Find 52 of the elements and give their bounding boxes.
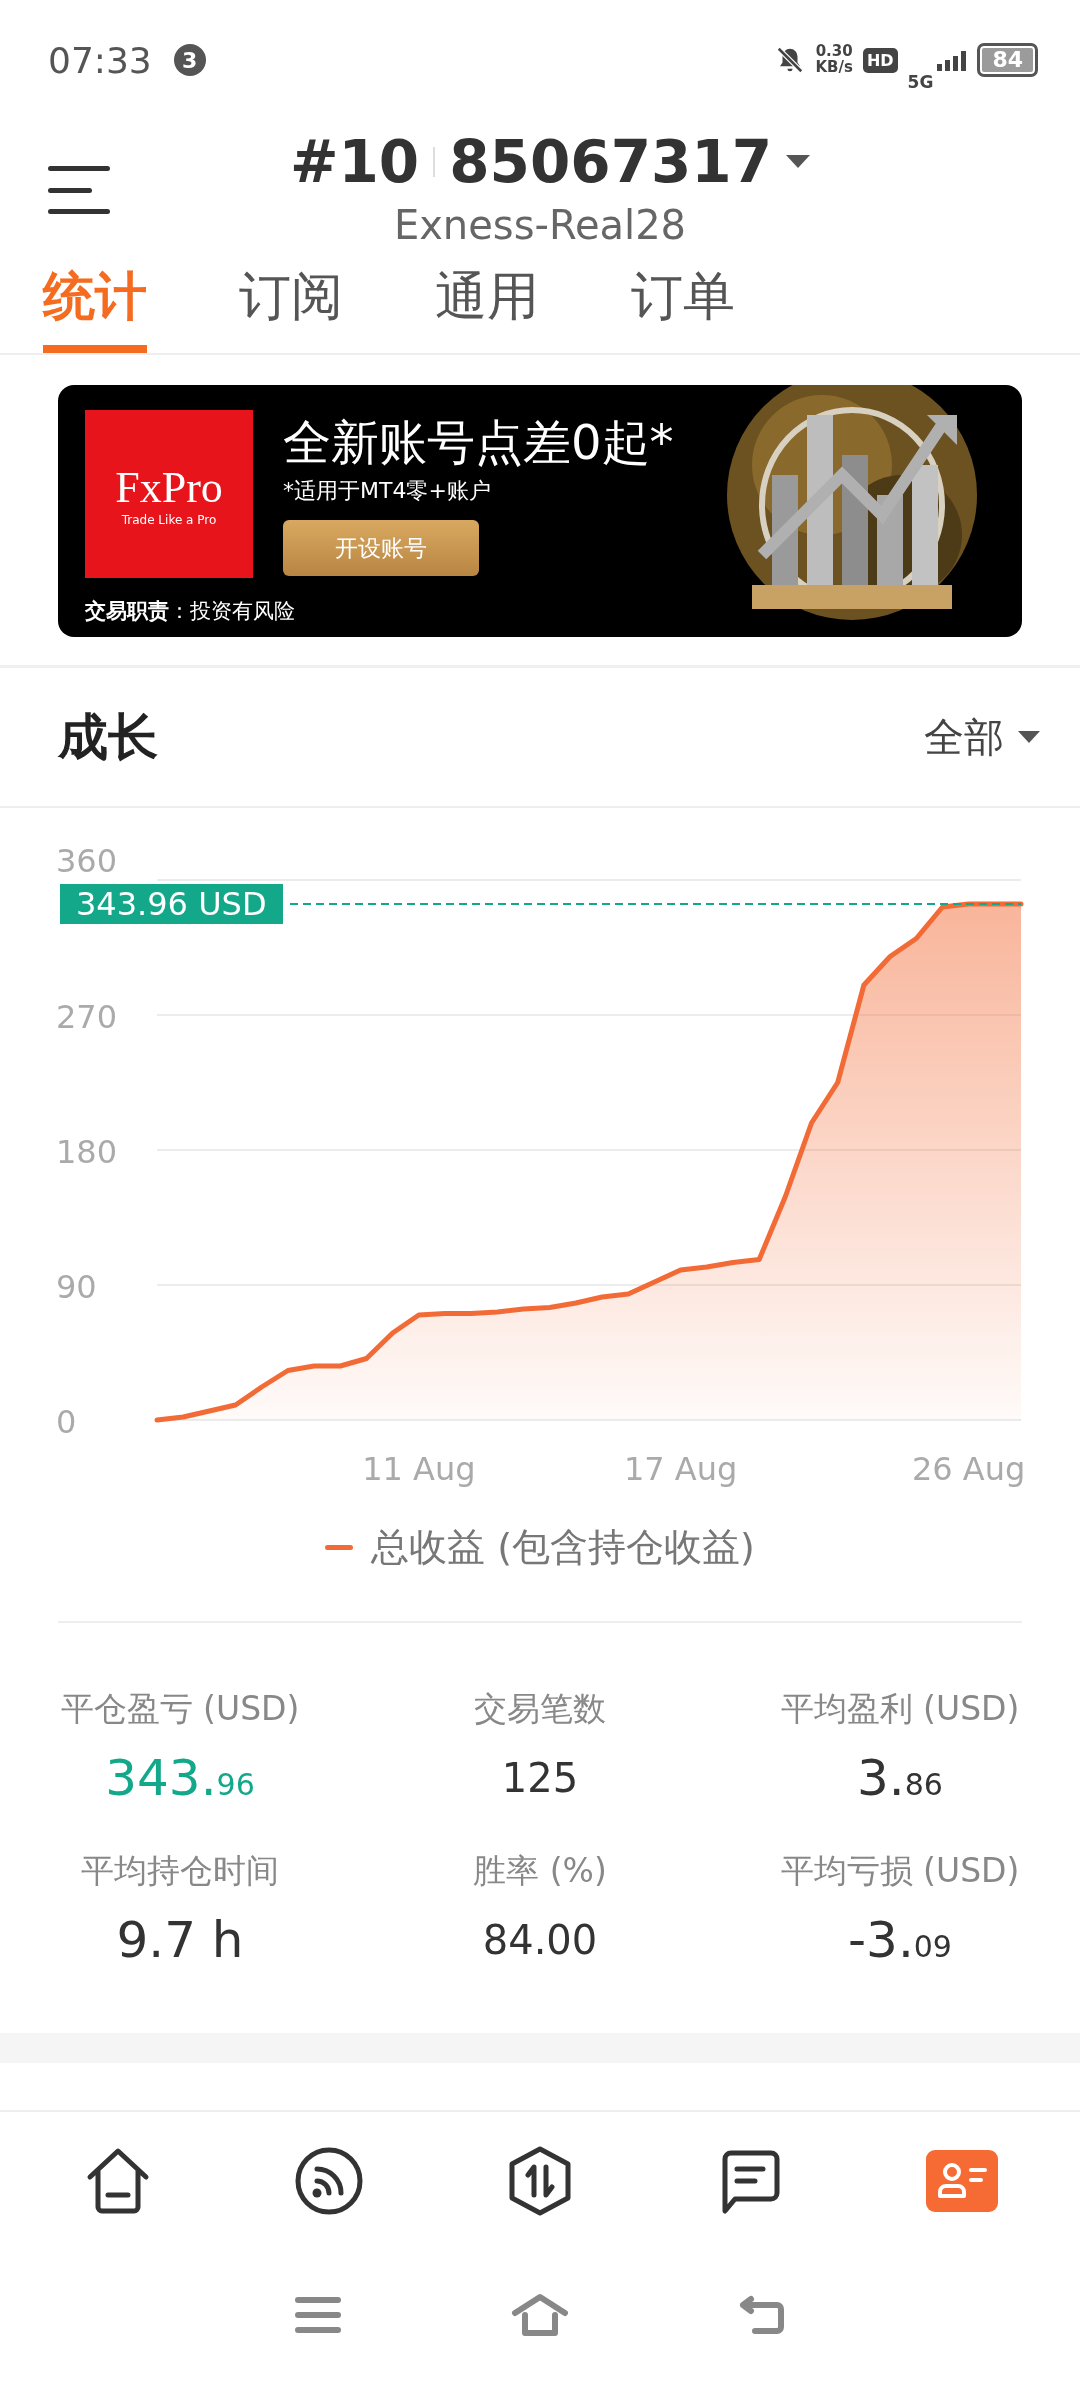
server-name: Exness-Real28 xyxy=(393,202,687,248)
risk-disclaimer: 交易职责：投资有风险 xyxy=(85,598,295,625)
notification-count-badge: 3 xyxy=(173,44,206,76)
stat-label: 平均盈利 (USD) xyxy=(780,1688,1020,1730)
range-filter[interactable]: 全部 xyxy=(924,709,1004,765)
network-type: 5G xyxy=(907,72,934,92)
speed-unit: KB/s xyxy=(815,60,853,76)
section-title: 成长 xyxy=(58,706,158,768)
recent-apps-icon[interactable] xyxy=(295,2297,341,2333)
stat-value: 3.86 xyxy=(857,1750,943,1809)
tab[interactable]: 订单 xyxy=(631,260,735,353)
stat-value: 343.96 xyxy=(105,1750,255,1809)
stat-value: -3.09 xyxy=(848,1912,952,1971)
back-icon[interactable] xyxy=(739,2295,785,2335)
ad-headline: 全新账号点差0起* xyxy=(283,413,674,472)
tab[interactable]: 订阅 xyxy=(239,260,343,353)
stat-value: 84.00 xyxy=(482,1916,598,1965)
stat-value: 125 xyxy=(501,1754,579,1803)
hd-badge: HD xyxy=(862,47,898,73)
account-number[interactable]: 85067317 xyxy=(449,128,773,196)
battery-indicator: 84 xyxy=(977,43,1038,77)
stat-label: 平均持仓时间 xyxy=(81,1850,279,1892)
dropdown-caret-icon[interactable] xyxy=(786,155,811,169)
stat-label: 平仓盈亏 (USD) xyxy=(60,1688,300,1730)
y-axis-label: 360 xyxy=(56,842,118,880)
ad-subline: *适用于MT4零+账户 xyxy=(283,477,492,505)
network-speed: 0.30 xyxy=(815,44,853,60)
home-icon[interactable] xyxy=(511,2293,569,2337)
dropdown-caret-icon[interactable] xyxy=(1018,730,1040,744)
brand-name: FxPro xyxy=(115,461,223,513)
account-prefix[interactable]: #10 xyxy=(289,128,420,196)
stat-label: 交易笔数 xyxy=(474,1688,606,1730)
current-value-tag: 343.96 USD xyxy=(60,884,283,925)
profile-card-icon xyxy=(926,2150,999,2212)
stat-label: 胜率 (%) xyxy=(473,1850,607,1892)
brand-tagline: Trade Like a Pro xyxy=(121,512,217,527)
y-axis-label: 270 xyxy=(56,998,118,1036)
stat-value: 9.7 h xyxy=(116,1912,244,1968)
ad-banner[interactable]: FxPro Trade Like a Pro 全新账号点差0起* *适用于MT4零+账户 开设账号 交易职责：投资有风险 xyxy=(58,385,1022,637)
tab[interactable]: 通用 xyxy=(435,260,539,353)
legend-label: 总收益 (包含持仓收益) xyxy=(371,1524,755,1571)
legend-swatch xyxy=(325,1545,354,1550)
y-axis-label: 90 xyxy=(56,1268,97,1306)
y-axis-label: 0 xyxy=(56,1403,77,1441)
menu-icon[interactable] xyxy=(48,164,110,216)
signal-icon xyxy=(937,49,968,71)
status-time: 07:33 xyxy=(48,39,152,81)
stat-label: 平均亏损 (USD) xyxy=(780,1850,1020,1892)
x-axis-label: 11 Aug xyxy=(362,1450,476,1488)
y-axis-label: 180 xyxy=(56,1133,118,1171)
x-axis-label: 26 Aug xyxy=(911,1450,1026,1488)
x-axis-label: 17 Aug xyxy=(623,1450,738,1488)
